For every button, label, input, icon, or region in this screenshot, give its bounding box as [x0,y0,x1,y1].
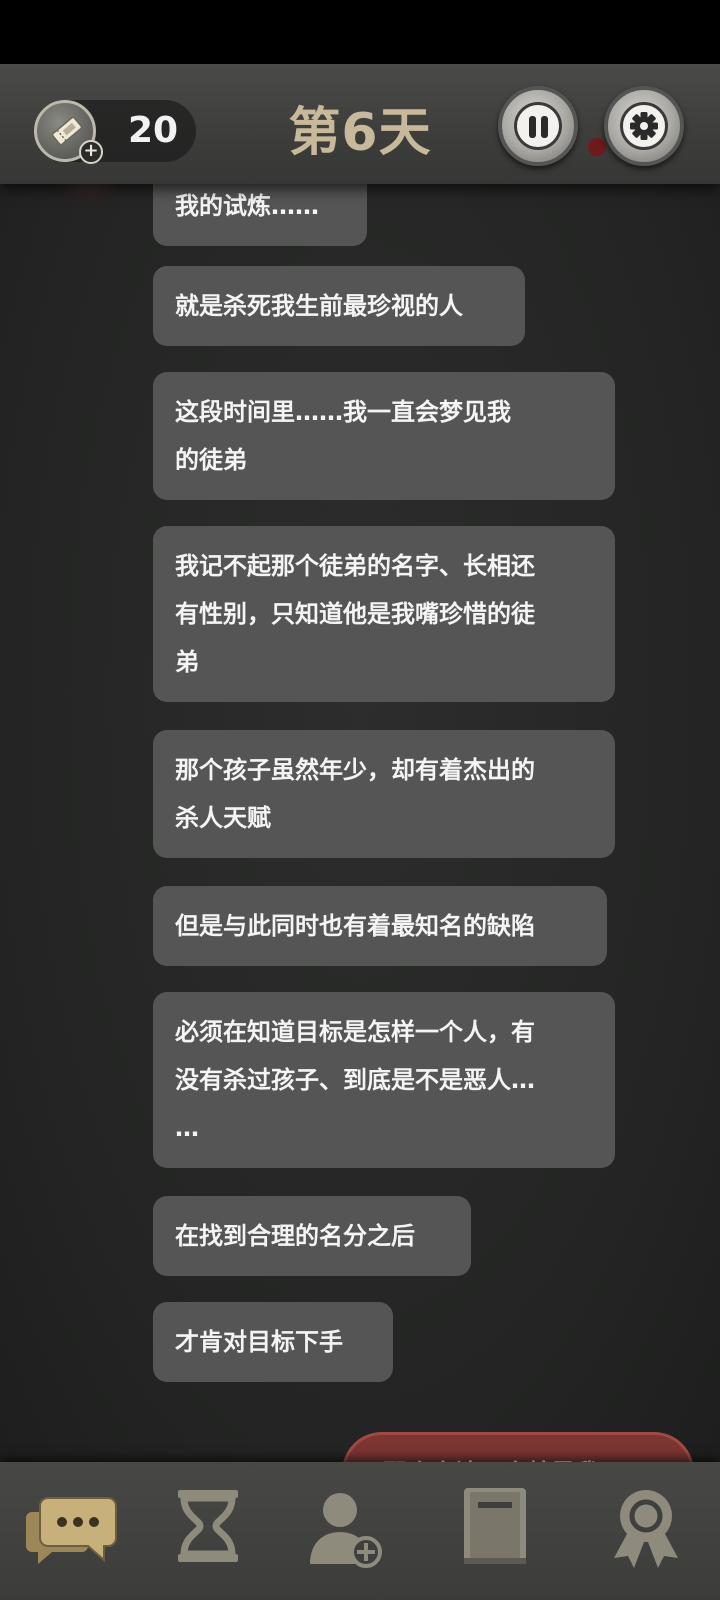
message-bubble: 这段时间里……我一直会梦见我 的徒弟 [153,372,615,500]
gear-icon [620,102,668,150]
chat-area[interactable]: 我的试炼…… 就是杀死我生前最珍视的人 这段时间里……我一直会梦见我 的徒弟 我… [0,184,720,1462]
nav-journal[interactable] [448,1476,544,1576]
badge-icon [614,1490,678,1568]
pause-icon [514,102,562,150]
message-bubble: 必须在知道目标是怎样一个人，有 没有杀过孩子、到底是不是恶人… … [153,992,615,1168]
top-bar: + 20 第6天 [0,64,720,184]
message-bubble: 那个孩子虽然年少，却有着杰出的 杀人天赋 [153,730,615,858]
message-bubble: 我记不起那个徒弟的名字、长相还 有性别，只知道他是我嘴珍惜的徒 弟 [153,526,615,702]
bottom-nav [0,1462,720,1600]
book-icon [464,1488,526,1564]
reply-option[interactable]: 那个人该不会就是我？ [342,1432,694,1462]
hourglass-icon [178,1490,238,1562]
nav-achievements[interactable] [598,1476,694,1576]
add-contact-icon [310,1493,382,1568]
message-bubble: 就是杀死我生前最珍视的人 [153,266,525,346]
message-bubble: 才肯对目标下手 [153,1302,393,1382]
status-bar [0,0,720,64]
nav-timeline[interactable] [160,1476,256,1576]
nav-chat[interactable] [24,1476,120,1576]
chat-icon [26,1497,117,1564]
avatar [52,184,128,200]
message-bubble: 在找到合理的名分之后 [153,1196,471,1276]
settings-button[interactable] [604,86,684,166]
nav-contacts[interactable] [296,1476,392,1576]
notification-dot [588,138,606,156]
message-bubble: 但是与此同时也有着最知名的缺陷 [153,886,607,966]
pause-button[interactable] [498,86,578,166]
message-bubble: 我的试炼…… [153,184,367,246]
